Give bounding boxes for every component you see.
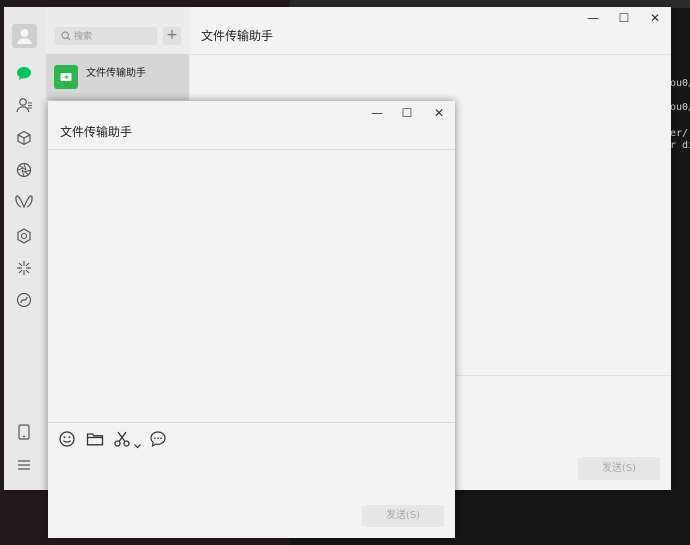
popup-minimize-button[interactable]: — (368, 104, 386, 122)
divider (48, 422, 455, 423)
mini-programs-icon[interactable] (14, 258, 34, 278)
link-icon[interactable] (14, 290, 34, 310)
avatar[interactable] (12, 24, 37, 48)
chat-item-name: 文件传输助手 (86, 68, 146, 79)
menu-icon[interactable] (14, 455, 34, 475)
scissors-icon[interactable] (113, 430, 131, 448)
divider (456, 375, 671, 376)
moments-aperture-icon[interactable] (14, 160, 34, 180)
popup-title: 文件传输助手 (60, 125, 133, 139)
maximize-button[interactable]: ☐ (615, 9, 633, 27)
folder-arrow-icon (60, 73, 72, 81)
divider (190, 54, 671, 55)
chat-history-icon[interactable] (149, 430, 167, 448)
favorites-cube-icon[interactable] (14, 128, 34, 148)
terminal-line: ou0/ (670, 102, 690, 113)
main-chat-title: 文件传输助手 (201, 29, 274, 43)
emoji-icon[interactable] (58, 430, 76, 448)
minimize-button[interactable]: — (584, 9, 602, 27)
popup-maximize-button[interactable]: ☐ (398, 104, 416, 122)
folder-icon[interactable] (86, 431, 104, 447)
search-placeholder: 搜索 (74, 32, 93, 42)
contacts-icon[interactable] (14, 95, 34, 115)
close-button[interactable]: ✕ (646, 9, 664, 27)
search-hex-icon[interactable] (14, 226, 34, 246)
terminal-line: er/. (670, 128, 690, 139)
search-icon (61, 31, 71, 41)
message-area[interactable] (48, 150, 455, 422)
popup-close-button[interactable]: ✕ (430, 104, 448, 122)
add-button[interactable]: + (163, 27, 181, 45)
channels-icon[interactable] (14, 192, 34, 212)
list-item[interactable]: 文件传输助手 (46, 54, 189, 100)
search-input[interactable]: 搜索 (55, 27, 157, 45)
terminal-line: r di (670, 140, 690, 151)
message-input[interactable] (56, 452, 446, 500)
popup-send-button[interactable]: 发送(S) (362, 505, 444, 527)
terminal-line: ou0/ (670, 78, 690, 89)
chevron-down-icon[interactable] (133, 435, 142, 449)
chat-icon[interactable] (14, 63, 34, 83)
send-button[interactable]: 发送(S) (578, 457, 660, 480)
phone-icon[interactable] (14, 422, 34, 442)
file-helper-avatar (54, 65, 78, 89)
